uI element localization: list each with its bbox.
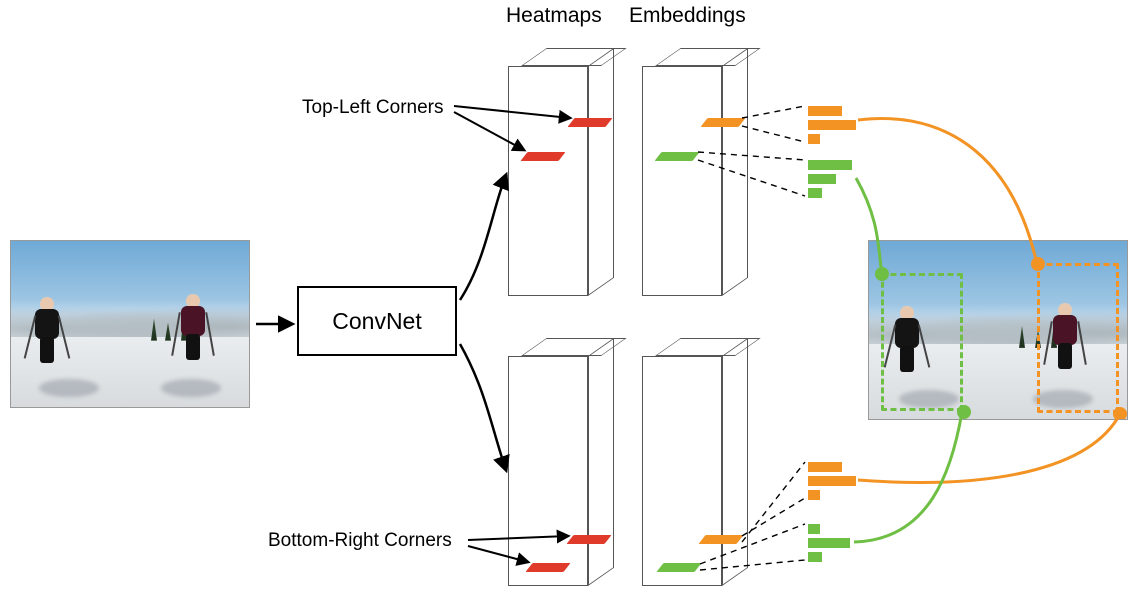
- label-bottom-right-corners: Bottom-Right Corners: [268, 530, 452, 552]
- hist-tl-green-3: [808, 188, 822, 198]
- hist-br-green-3: [808, 552, 822, 562]
- bbox-orange: [1037, 263, 1119, 413]
- header-heatmaps: Heatmaps: [506, 4, 602, 28]
- output-image: [868, 240, 1128, 420]
- heatmap-bar-br-2: [525, 563, 570, 572]
- heatmap-bar-tl-1: [567, 118, 612, 127]
- convnet-label: ConvNet: [332, 308, 421, 335]
- input-person-1: [33, 297, 61, 367]
- hist-br-green-1: [808, 524, 820, 534]
- embed-bar-tl-green: [654, 152, 699, 161]
- bbox-green-tl-dot: [875, 267, 889, 281]
- bbox-green: [881, 273, 963, 411]
- hist-br-orange-2: [808, 476, 856, 486]
- hist-tl-orange-1: [808, 106, 842, 116]
- diagram-stage: Heatmaps Embeddings ConvNet Top-Left Cor…: [0, 0, 1140, 606]
- hist-tl-green-2: [808, 174, 836, 184]
- bbox-orange-tl-dot: [1031, 257, 1045, 271]
- hist-br-orange-3: [808, 490, 820, 500]
- embed-bar-tl-orange: [700, 118, 745, 127]
- hist-tl-orange-3: [808, 134, 820, 144]
- embed-bar-br-orange: [698, 535, 743, 544]
- hist-tl-orange-2: [808, 120, 856, 130]
- hist-br-green-2: [808, 538, 850, 548]
- convnet-block: ConvNet: [297, 286, 457, 356]
- hist-br-orange-1: [808, 462, 842, 472]
- hist-tl-green-1: [808, 160, 852, 170]
- embed-bar-br-green: [656, 563, 701, 572]
- heatmap-bar-tl-2: [520, 152, 565, 161]
- bbox-orange-br-dot: [1113, 407, 1127, 420]
- header-embeddings: Embeddings: [629, 4, 746, 28]
- bbox-green-br-dot: [957, 405, 971, 419]
- input-person-2: [179, 294, 207, 364]
- input-image: [10, 240, 250, 408]
- label-top-left-corners: Top-Left Corners: [302, 97, 444, 119]
- heatmap-bar-br-1: [566, 535, 611, 544]
